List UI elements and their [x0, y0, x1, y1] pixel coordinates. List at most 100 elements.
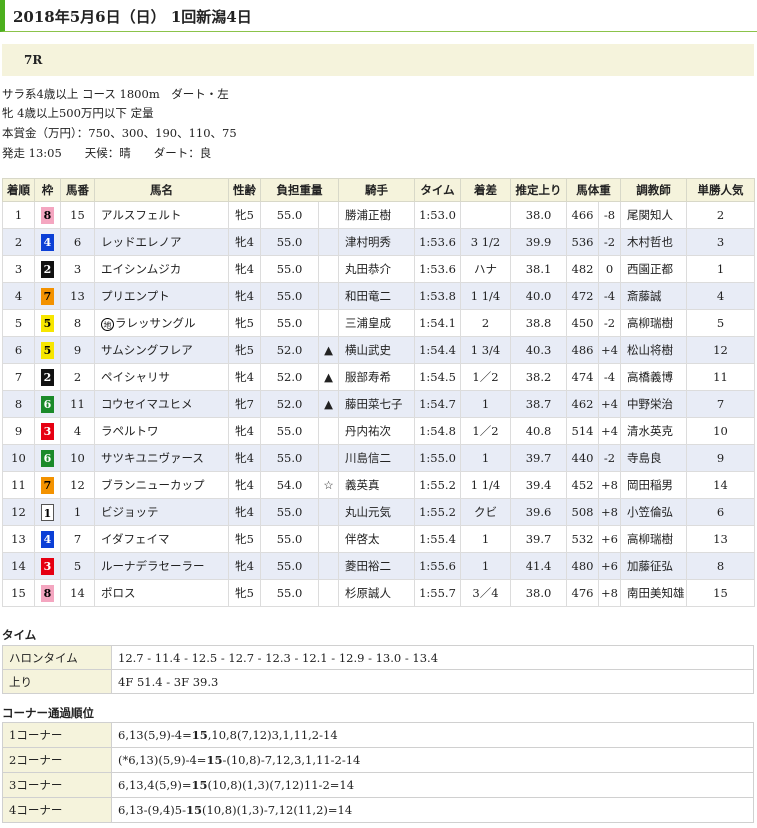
cell-bodyweight: 480: [566, 552, 599, 580]
cell-weight: 55.0: [260, 417, 319, 445]
local-horse-icon: 地: [101, 317, 114, 331]
table-row: 15 8 14 ポロス 牝5 55.0 杉原誠人 1:55.7 3／4 38.0 476 +8 南田美知…: [2, 579, 755, 607]
cell-jockey: 丸山元気: [338, 498, 415, 526]
cell-gate: 8: [34, 579, 61, 607]
cell-horse: プリエンプト: [94, 282, 229, 310]
cell-bodyweight-diff: +6: [598, 525, 621, 553]
col-header-horse: 馬名: [94, 178, 229, 202]
corner-label: 1コーナー: [2, 722, 112, 748]
horse-name[interactable]: ブランニューカップ: [101, 478, 205, 492]
horse-name[interactable]: ルーナデラセーラー: [101, 559, 205, 573]
cell-margin: 1: [460, 444, 511, 472]
table-row: 5 5 8 地ラレッサングル 牝5 55.0 三浦皇成 1:54.1 2 38.8 450 -2 高柳瑞…: [2, 309, 755, 337]
winner-number: 15: [191, 778, 208, 792]
cell-margin: 1: [460, 390, 511, 418]
table-row: 9 3 4 ラペルトワ 牝4 55.0 丹内祐次 1:54.8 1／2 40.8 514 +4 清水英克…: [2, 417, 755, 445]
cell-position: 11: [2, 471, 35, 499]
cell-number: 4: [60, 417, 95, 445]
cell-jockey: 勝浦正樹: [338, 201, 415, 229]
cell-gate: 4: [34, 525, 61, 553]
cell-bodyweight-diff: +8: [598, 471, 621, 499]
cell-apprentice-mark: [318, 579, 339, 607]
cell-weight: 55.0: [260, 201, 319, 229]
cell-position: 2: [2, 228, 35, 256]
cell-apprentice-mark: [318, 255, 339, 283]
horse-name[interactable]: アルスフェルト: [101, 208, 181, 222]
horse-name[interactable]: ラペルトワ: [101, 424, 159, 438]
cell-number: 1: [60, 498, 95, 526]
col-header-position: 着順: [2, 178, 35, 202]
col-header-gate: 枠: [34, 178, 61, 202]
horse-name[interactable]: サムシングフレア: [101, 343, 193, 357]
cell-popularity: 10: [686, 417, 755, 445]
cell-bodyweight-diff: +4: [598, 390, 621, 418]
race-class-info: 牝 4歳以上500万円以下 定量: [2, 106, 154, 120]
cell-jockey: 横山武史: [338, 336, 415, 364]
cell-weight: 55.0: [260, 228, 319, 256]
cell-trainer: 中野栄治: [620, 390, 687, 418]
cell-time: 1:54.4: [414, 336, 461, 364]
horse-name[interactable]: エイシンムジカ: [101, 262, 181, 276]
cell-bodyweight: 486: [566, 336, 599, 364]
cell-apprentice-mark: [318, 444, 339, 472]
horse-name[interactable]: ラレッサングル: [115, 316, 196, 330]
corner-order-part: (10,8)(1,3)-7,12(11,2)=14: [201, 803, 353, 817]
cell-last3f: 40.0: [510, 282, 567, 310]
cell-margin: 3／4: [460, 579, 511, 607]
cell-last3f: 39.7: [510, 525, 567, 553]
corner-body: 1コーナー 6,13(5,9)-4=15,10,8(7,12)3,1,11,2-1…: [2, 722, 754, 823]
cell-jockey: 菱田裕二: [338, 552, 415, 580]
cell-popularity: 15: [686, 579, 755, 607]
cell-jockey: 丹内祐次: [338, 417, 415, 445]
horse-name[interactable]: イダフェイマ: [101, 532, 170, 546]
table-row: 1 8 15 アルスフェルト 牝5 55.0 勝浦正樹 1:53.0 38.0 466 -8 尾関知人…: [2, 201, 755, 229]
cell-popularity: 14: [686, 471, 755, 499]
cell-sexage: 牝5: [228, 525, 261, 553]
horse-name[interactable]: ビジョッテ: [101, 505, 159, 519]
cell-sexage: 牝4: [228, 363, 261, 391]
col-header-weight: 負担重量: [260, 178, 339, 202]
cell-position: 1: [2, 201, 35, 229]
table-row: 2 4 6 レッドエレノア 牝4 55.0 津村明秀 1:53.6 3 1/2 39.9 536 -2…: [2, 228, 755, 256]
gate-badge: 1: [41, 503, 54, 521]
cell-sexage: 牝4: [228, 417, 261, 445]
cell-bodyweight-diff: -4: [598, 282, 621, 310]
cell-trainer: 斎藤誠: [620, 282, 687, 310]
cell-jockey: 川島信二: [338, 444, 415, 472]
cell-margin: 1: [460, 525, 511, 553]
cell-horse: エイシンムジカ: [94, 255, 229, 283]
cell-popularity: 2: [686, 201, 755, 229]
gate-badge: 5: [41, 341, 54, 359]
winner-number: 15: [185, 803, 202, 817]
cell-weight: 55.0: [260, 525, 319, 553]
cell-bodyweight-diff: -2: [598, 228, 621, 256]
cell-bodyweight-diff: -2: [598, 444, 621, 472]
gate-badge: 7: [41, 476, 54, 494]
race-prize-info: 本賞金（万円）：750、300、190、110、75: [2, 126, 237, 140]
horse-name[interactable]: ポロス: [101, 586, 136, 600]
cell-gate: 7: [34, 471, 61, 499]
corner-order-part: ,10,8(7,12)3,1,11,2-14: [207, 728, 338, 742]
horse-name[interactable]: レッドエレノア: [101, 235, 182, 249]
cell-apprentice-mark: [318, 201, 339, 229]
cell-popularity: 8: [686, 552, 755, 580]
cell-last3f: 38.0: [510, 201, 567, 229]
cell-position: 7: [2, 363, 35, 391]
cell-sexage: 牝4: [228, 228, 261, 256]
cell-bodyweight-diff: +6: [598, 552, 621, 580]
page-title: 2018年5月6日（日） 1回新潟4日: [13, 8, 252, 26]
horse-name[interactable]: プリエンプト: [101, 289, 170, 303]
cell-last3f: 40.8: [510, 417, 567, 445]
cell-jockey: 丸田恭介: [338, 255, 415, 283]
cell-bodyweight-diff: +4: [598, 336, 621, 364]
horse-name[interactable]: サツキユニヴァース: [101, 451, 204, 465]
winner-number: 15: [206, 753, 223, 767]
cell-bodyweight: 450: [566, 309, 599, 337]
cell-time: 1:55.2: [414, 471, 461, 499]
corner-row: 4コーナー 6,13-(9,4)5-15(10,8)(1,3)-7,12(11,2…: [2, 797, 754, 823]
horse-name[interactable]: ペイシャリサ: [101, 370, 170, 384]
cell-number: 3: [60, 255, 95, 283]
horse-name[interactable]: コウセイマユヒメ: [101, 397, 193, 411]
cell-position: 12: [2, 498, 35, 526]
cell-weight: 55.0: [260, 309, 319, 337]
